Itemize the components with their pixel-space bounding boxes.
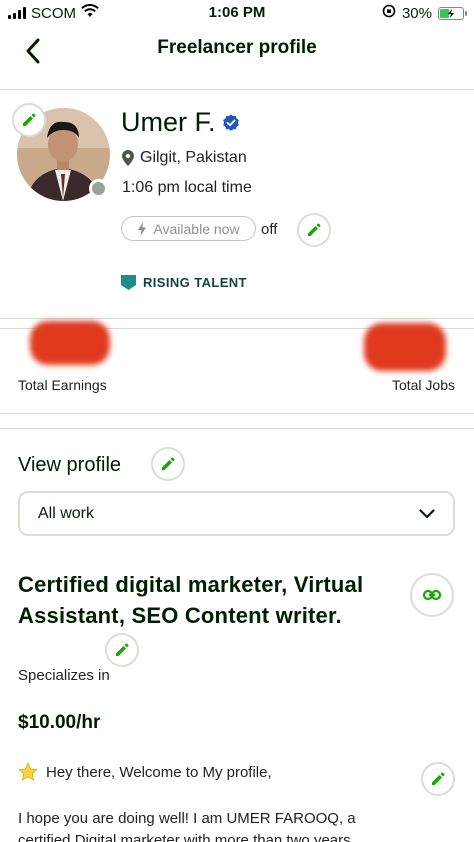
- location-text: Gilgit, Pakistan: [140, 149, 247, 166]
- battery-icon: [438, 6, 467, 20]
- availability-badge[interactable]: Available now: [121, 216, 256, 241]
- verified-badge-icon: [222, 114, 239, 131]
- location-row: Gilgit, Pakistan: [122, 149, 247, 167]
- work-filter-select[interactable]: All work: [18, 491, 455, 536]
- edit-avatar-button[interactable]: [12, 103, 46, 137]
- pencil-icon: [162, 457, 175, 470]
- availability-label: Available now: [153, 220, 240, 237]
- availability-state: off: [261, 221, 278, 238]
- overview-bio: I hope you are doing well! I am UMER FAR…: [18, 810, 356, 842]
- freelancer-name: Umer F.: [121, 107, 216, 137]
- edit-title-button[interactable]: [105, 633, 139, 667]
- rising-talent-badge: RISING TALENT: [121, 275, 247, 290]
- battery-percent: 30%: [401, 4, 432, 22]
- greeting-text: Hey there, Welcome to My profile,: [46, 763, 272, 781]
- rising-talent-label: RISING TALENT: [143, 275, 247, 290]
- local-time: 1:06 pm local time: [122, 179, 252, 196]
- pencil-icon: [308, 223, 321, 236]
- name-row: Umer F.: [121, 107, 240, 138]
- job-title-text: Certified digital marketer, Virtual Assi…: [18, 572, 364, 628]
- view-profile-card: View profile All work Certified digital …: [0, 428, 474, 842]
- pencil-icon: [23, 113, 36, 126]
- total-earnings-label: Total Earnings: [18, 377, 107, 393]
- pencil-icon: [116, 643, 129, 656]
- redacted-earnings: [30, 321, 110, 365]
- pencil-icon: [432, 772, 445, 785]
- specializes-label: Specializes in: [18, 667, 110, 684]
- redacted-jobs: [364, 323, 446, 371]
- status-right: 30%: [382, 4, 467, 22]
- star-icon: [18, 762, 38, 782]
- overview-greeting: Hey there, Welcome to My profile,: [18, 762, 272, 782]
- orientation-lock-icon: [382, 4, 396, 22]
- edit-overview-button[interactable]: [421, 762, 455, 796]
- edit-view-profile-button[interactable]: [151, 447, 185, 481]
- edit-availability-button[interactable]: [297, 213, 331, 247]
- hourly-rate: $10.00/hr: [18, 712, 101, 733]
- total-jobs-label: Total Jobs: [391, 377, 455, 393]
- map-pin-icon: [122, 150, 134, 166]
- profile-card: Umer F. Gilgit, Pakistan 1:06 pm local t…: [0, 91, 474, 319]
- app-header: Freelancer profile: [0, 26, 474, 90]
- shield-badge-icon: [121, 275, 136, 290]
- job-title: Certified digital marketer, Virtual Assi…: [18, 569, 388, 631]
- status-bar: SCOM 1:06 PM 30%: [0, 0, 474, 26]
- lightning-icon: [138, 221, 147, 236]
- chevron-down-icon: [419, 508, 435, 518]
- copy-link-button[interactable]: [410, 573, 454, 617]
- page-title: Freelancer profile: [157, 37, 317, 58]
- work-filter-value: All work: [38, 504, 95, 522]
- link-icon: [423, 589, 441, 601]
- online-status-dot: [89, 179, 108, 198]
- view-profile-title: View profile: [18, 454, 122, 476]
- stats-card: Total Earnings Total Jobs: [0, 321, 474, 414]
